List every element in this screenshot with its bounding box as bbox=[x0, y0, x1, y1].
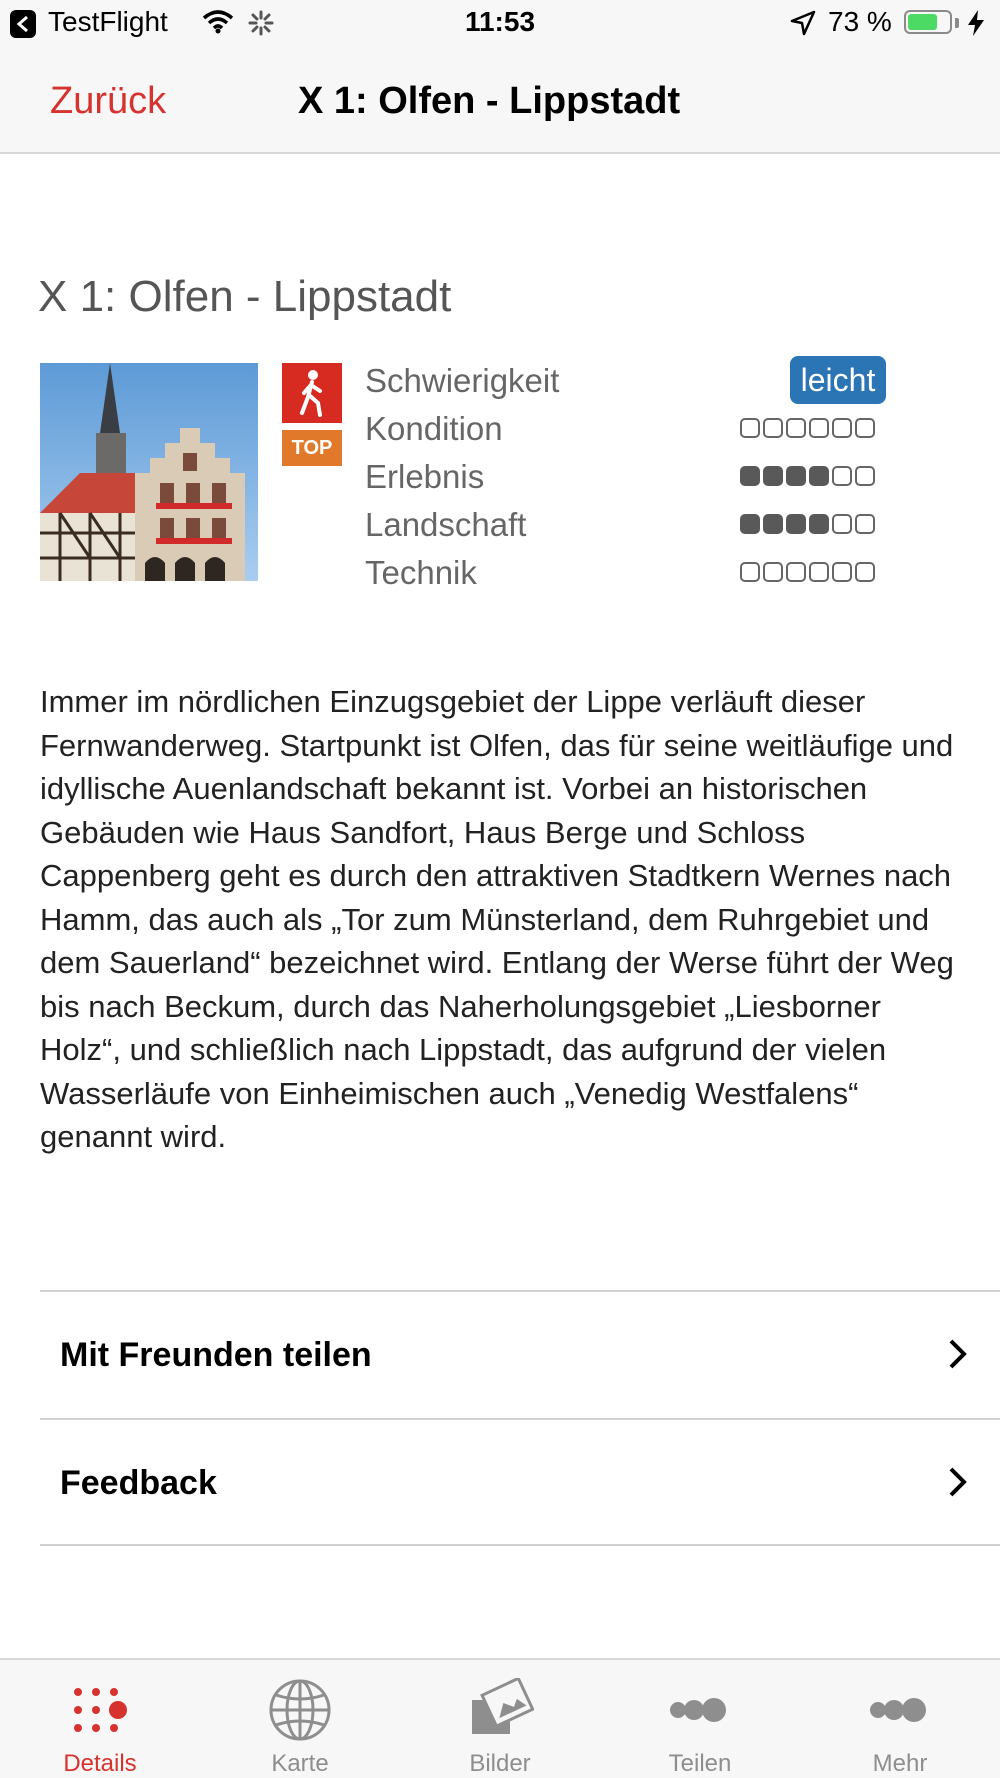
rating-square bbox=[740, 466, 760, 486]
rating-square bbox=[832, 514, 852, 534]
divider bbox=[40, 1544, 1000, 1546]
tab-karte[interactable]: Karte bbox=[200, 1660, 400, 1778]
chevron-right-icon bbox=[949, 1339, 967, 1369]
globe-icon bbox=[269, 1679, 331, 1741]
tour-photo[interactable] bbox=[40, 363, 258, 581]
tab-label: Mehr bbox=[872, 1750, 928, 1777]
tab-label: Bilder bbox=[469, 1750, 531, 1777]
rating-dots-technik bbox=[740, 562, 875, 582]
rating-label-kondition: Kondition bbox=[365, 410, 503, 447]
rating-square bbox=[832, 466, 852, 486]
battery-percent: 73 % bbox=[828, 6, 892, 37]
rating-square bbox=[855, 466, 875, 486]
tour-title: X 1: Olfen - Lippstadt bbox=[38, 272, 452, 321]
battery-tip bbox=[955, 18, 959, 28]
rating-square bbox=[832, 418, 852, 438]
charging-bolt-icon bbox=[968, 10, 984, 36]
top-badge: TOP bbox=[282, 430, 342, 466]
rating-square bbox=[809, 514, 829, 534]
rating-label-erlebnis: Erlebnis bbox=[365, 458, 485, 495]
rating-dots-kondition bbox=[740, 418, 875, 438]
town-hall-photo bbox=[40, 363, 258, 581]
tab-label: Details bbox=[63, 1750, 137, 1777]
photos-icon bbox=[472, 1678, 534, 1734]
tab-teilen[interactable]: Teilen bbox=[600, 1660, 800, 1778]
rating-square bbox=[740, 514, 760, 534]
tour-description: Immer im nördlichen Einzugsgebiet der Li… bbox=[40, 684, 954, 1154]
tab-bar: Details Karte Bilder Teilen Mehr bbox=[0, 1658, 1000, 1778]
rating-dots-landschaft bbox=[740, 514, 875, 534]
rating-square bbox=[740, 418, 760, 438]
rating-dots-erlebnis bbox=[740, 466, 875, 486]
difficulty-badge: leicht bbox=[790, 356, 886, 404]
tab-details[interactable]: Details bbox=[0, 1660, 200, 1778]
rating-square bbox=[855, 514, 875, 534]
feedback-row[interactable]: Feedback bbox=[40, 1420, 1000, 1546]
back-button[interactable]: Zurück bbox=[50, 80, 166, 123]
rating-label-technik: Technik bbox=[365, 554, 477, 591]
rating-square bbox=[740, 562, 760, 582]
battery-level bbox=[908, 14, 937, 30]
chevron-right-icon bbox=[949, 1467, 967, 1497]
tab-label: Teilen bbox=[668, 1750, 732, 1777]
tab-label: Karte bbox=[271, 1750, 329, 1777]
rating-square bbox=[763, 562, 783, 582]
rating-square bbox=[786, 418, 806, 438]
rating-label-landschaft: Landschaft bbox=[365, 506, 527, 543]
rating-square bbox=[809, 466, 829, 486]
share-with-friends-label: Mit Freunden teilen bbox=[60, 1336, 372, 1374]
navigation-bar: Zurück X 1: Olfen - Lippstadt bbox=[0, 50, 1000, 154]
battery-icon bbox=[904, 10, 952, 34]
rating-square bbox=[809, 562, 829, 582]
hiking-category-icon bbox=[282, 363, 342, 423]
feedback-label: Feedback bbox=[60, 1464, 217, 1502]
rating-square bbox=[855, 562, 875, 582]
tab-mehr[interactable]: Mehr bbox=[800, 1660, 1000, 1778]
rating-square bbox=[763, 418, 783, 438]
status-bar: TestFlight 11:53 73 % bbox=[0, 0, 1000, 50]
more-dots-icon bbox=[870, 1698, 926, 1722]
tab-bilder[interactable]: Bilder bbox=[400, 1660, 600, 1778]
rating-square bbox=[763, 514, 783, 534]
share-dots-icon bbox=[670, 1698, 726, 1722]
nav-title: X 1: Olfen - Lippstadt bbox=[298, 80, 681, 122]
rating-square bbox=[786, 514, 806, 534]
share-with-friends-row[interactable]: Mit Freunden teilen bbox=[40, 1292, 1000, 1418]
rating-square bbox=[786, 466, 806, 486]
rating-square bbox=[809, 418, 829, 438]
rating-square bbox=[832, 562, 852, 582]
rating-label-schwierigkeit: Schwierigkeit bbox=[365, 362, 560, 399]
dots-grid-icon bbox=[74, 1688, 127, 1732]
rating-square bbox=[763, 466, 783, 486]
rating-square bbox=[855, 418, 875, 438]
location-arrow-icon bbox=[790, 10, 816, 36]
rating-square bbox=[786, 562, 806, 582]
